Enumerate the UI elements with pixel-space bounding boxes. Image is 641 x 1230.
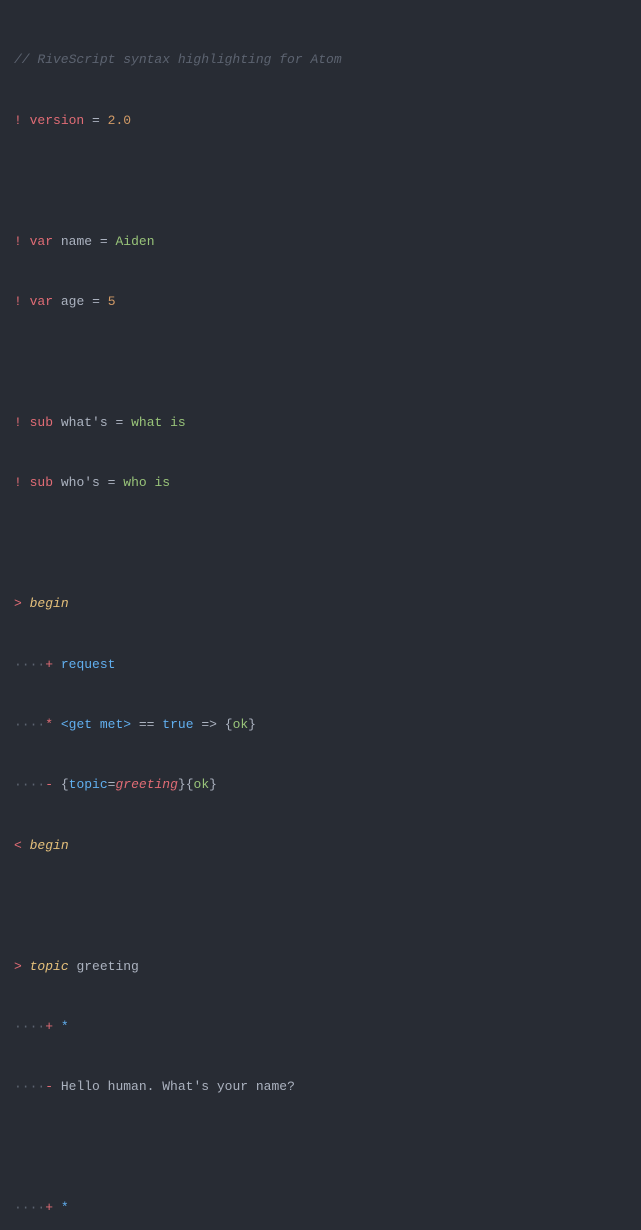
line-begin-cond: ····* <get met> == true => {ok}	[14, 715, 627, 735]
line-blank5	[14, 1138, 627, 1158]
line-var-age: ! var age = 5	[14, 292, 627, 312]
line-begin-close: < begin	[14, 836, 627, 856]
line-begin-open: > begin	[14, 594, 627, 614]
code-editor: // RiveScript syntax highlighting for At…	[14, 10, 627, 1230]
line-blank4	[14, 896, 627, 916]
line-begin-request: ····+ request	[14, 655, 627, 675]
line-tg-response1: ····- Hello human. What's your name?	[14, 1077, 627, 1097]
line-sub-whats: ! sub what's = what is	[14, 413, 627, 433]
line-blank2	[14, 352, 627, 372]
line-version: ! version = 2.0	[14, 111, 627, 131]
line-var-name: ! var name = Aiden	[14, 232, 627, 252]
line-tg-trigger1: ····+ *	[14, 1017, 627, 1037]
line-sub-whos: ! sub who's = who is	[14, 473, 627, 493]
line-tg-trigger2: ····+ *	[14, 1198, 627, 1218]
line-topic-greeting: > topic greeting	[14, 957, 627, 977]
line-begin-resp: ····- {topic=greeting}{ok}	[14, 775, 627, 795]
line-blank3	[14, 534, 627, 554]
line-blank1	[14, 171, 627, 191]
line-comment: // RiveScript syntax highlighting for At…	[14, 50, 627, 70]
